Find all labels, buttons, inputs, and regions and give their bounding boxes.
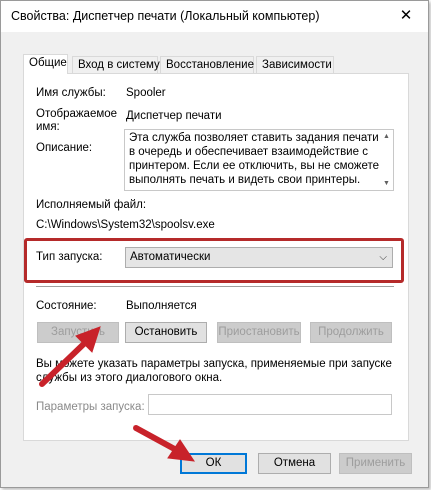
display-name-value: Диспетчер печати — [126, 110, 222, 122]
scroll-up-icon[interactable]: ▲ — [381, 131, 392, 142]
cancel-button[interactable]: Отмена — [258, 453, 331, 474]
tab-dependencies[interactable]: Зависимости — [256, 56, 334, 73]
description-box[interactable]: Эта служба позволяет ставить задания печ… — [124, 129, 394, 191]
pause-button[interactable]: Приостановить — [217, 322, 301, 343]
description-label: Описание: — [36, 142, 93, 154]
tab-logon[interactable]: Вход в систему — [72, 56, 160, 73]
title-bar: Свойства: Диспетчер печати (Локальный ко… — [1, 1, 428, 32]
service-name-label: Имя службы: — [36, 87, 106, 99]
resume-button[interactable]: Продолжить — [310, 322, 392, 343]
tab-recovery[interactable]: Восстановление — [160, 56, 254, 73]
close-icon[interactable]: ✕ — [384, 1, 428, 32]
ok-button[interactable]: ОК — [180, 453, 247, 474]
service-name-value: Spooler — [126, 87, 166, 99]
hint-text-cont: службы из этого диалогового окна. — [36, 372, 223, 384]
tab-general[interactable]: Общие — [23, 54, 68, 74]
display-name-label-cont: имя: — [36, 121, 60, 133]
stop-button[interactable]: Остановить — [125, 322, 207, 343]
hint-text: Вы можете указать параметры запуска, при… — [36, 358, 392, 370]
startup-type-highlight — [24, 238, 404, 283]
scroll-down-icon[interactable]: ▼ — [381, 178, 392, 189]
start-params-input[interactable] — [148, 394, 392, 415]
description-line: в очередь и обеспечивает взаимодействие … — [129, 146, 368, 158]
status-label: Состояние: — [36, 300, 97, 312]
params-label: Параметры запуска: — [36, 401, 145, 413]
description-line: принтером. Если ее отключить, вы не смож… — [129, 160, 380, 172]
exe-label: Исполняемый файл: — [36, 199, 147, 211]
start-button[interactable]: Запустить — [37, 322, 119, 343]
window-title: Свойства: Диспетчер печати (Локальный ко… — [11, 9, 320, 23]
description-line: Эта служба позволяет ставить задания печ… — [129, 132, 379, 144]
exe-path-value: C:\Windows\System32\spoolsv.exe — [36, 219, 215, 231]
display-name-label: Отображаемое — [36, 108, 118, 120]
separator — [36, 286, 394, 287]
apply-button[interactable]: Применить — [339, 453, 412, 474]
status-value: Выполняется — [126, 300, 197, 312]
description-line: выполнять печать и видеть свои принтеры. — [129, 174, 361, 186]
